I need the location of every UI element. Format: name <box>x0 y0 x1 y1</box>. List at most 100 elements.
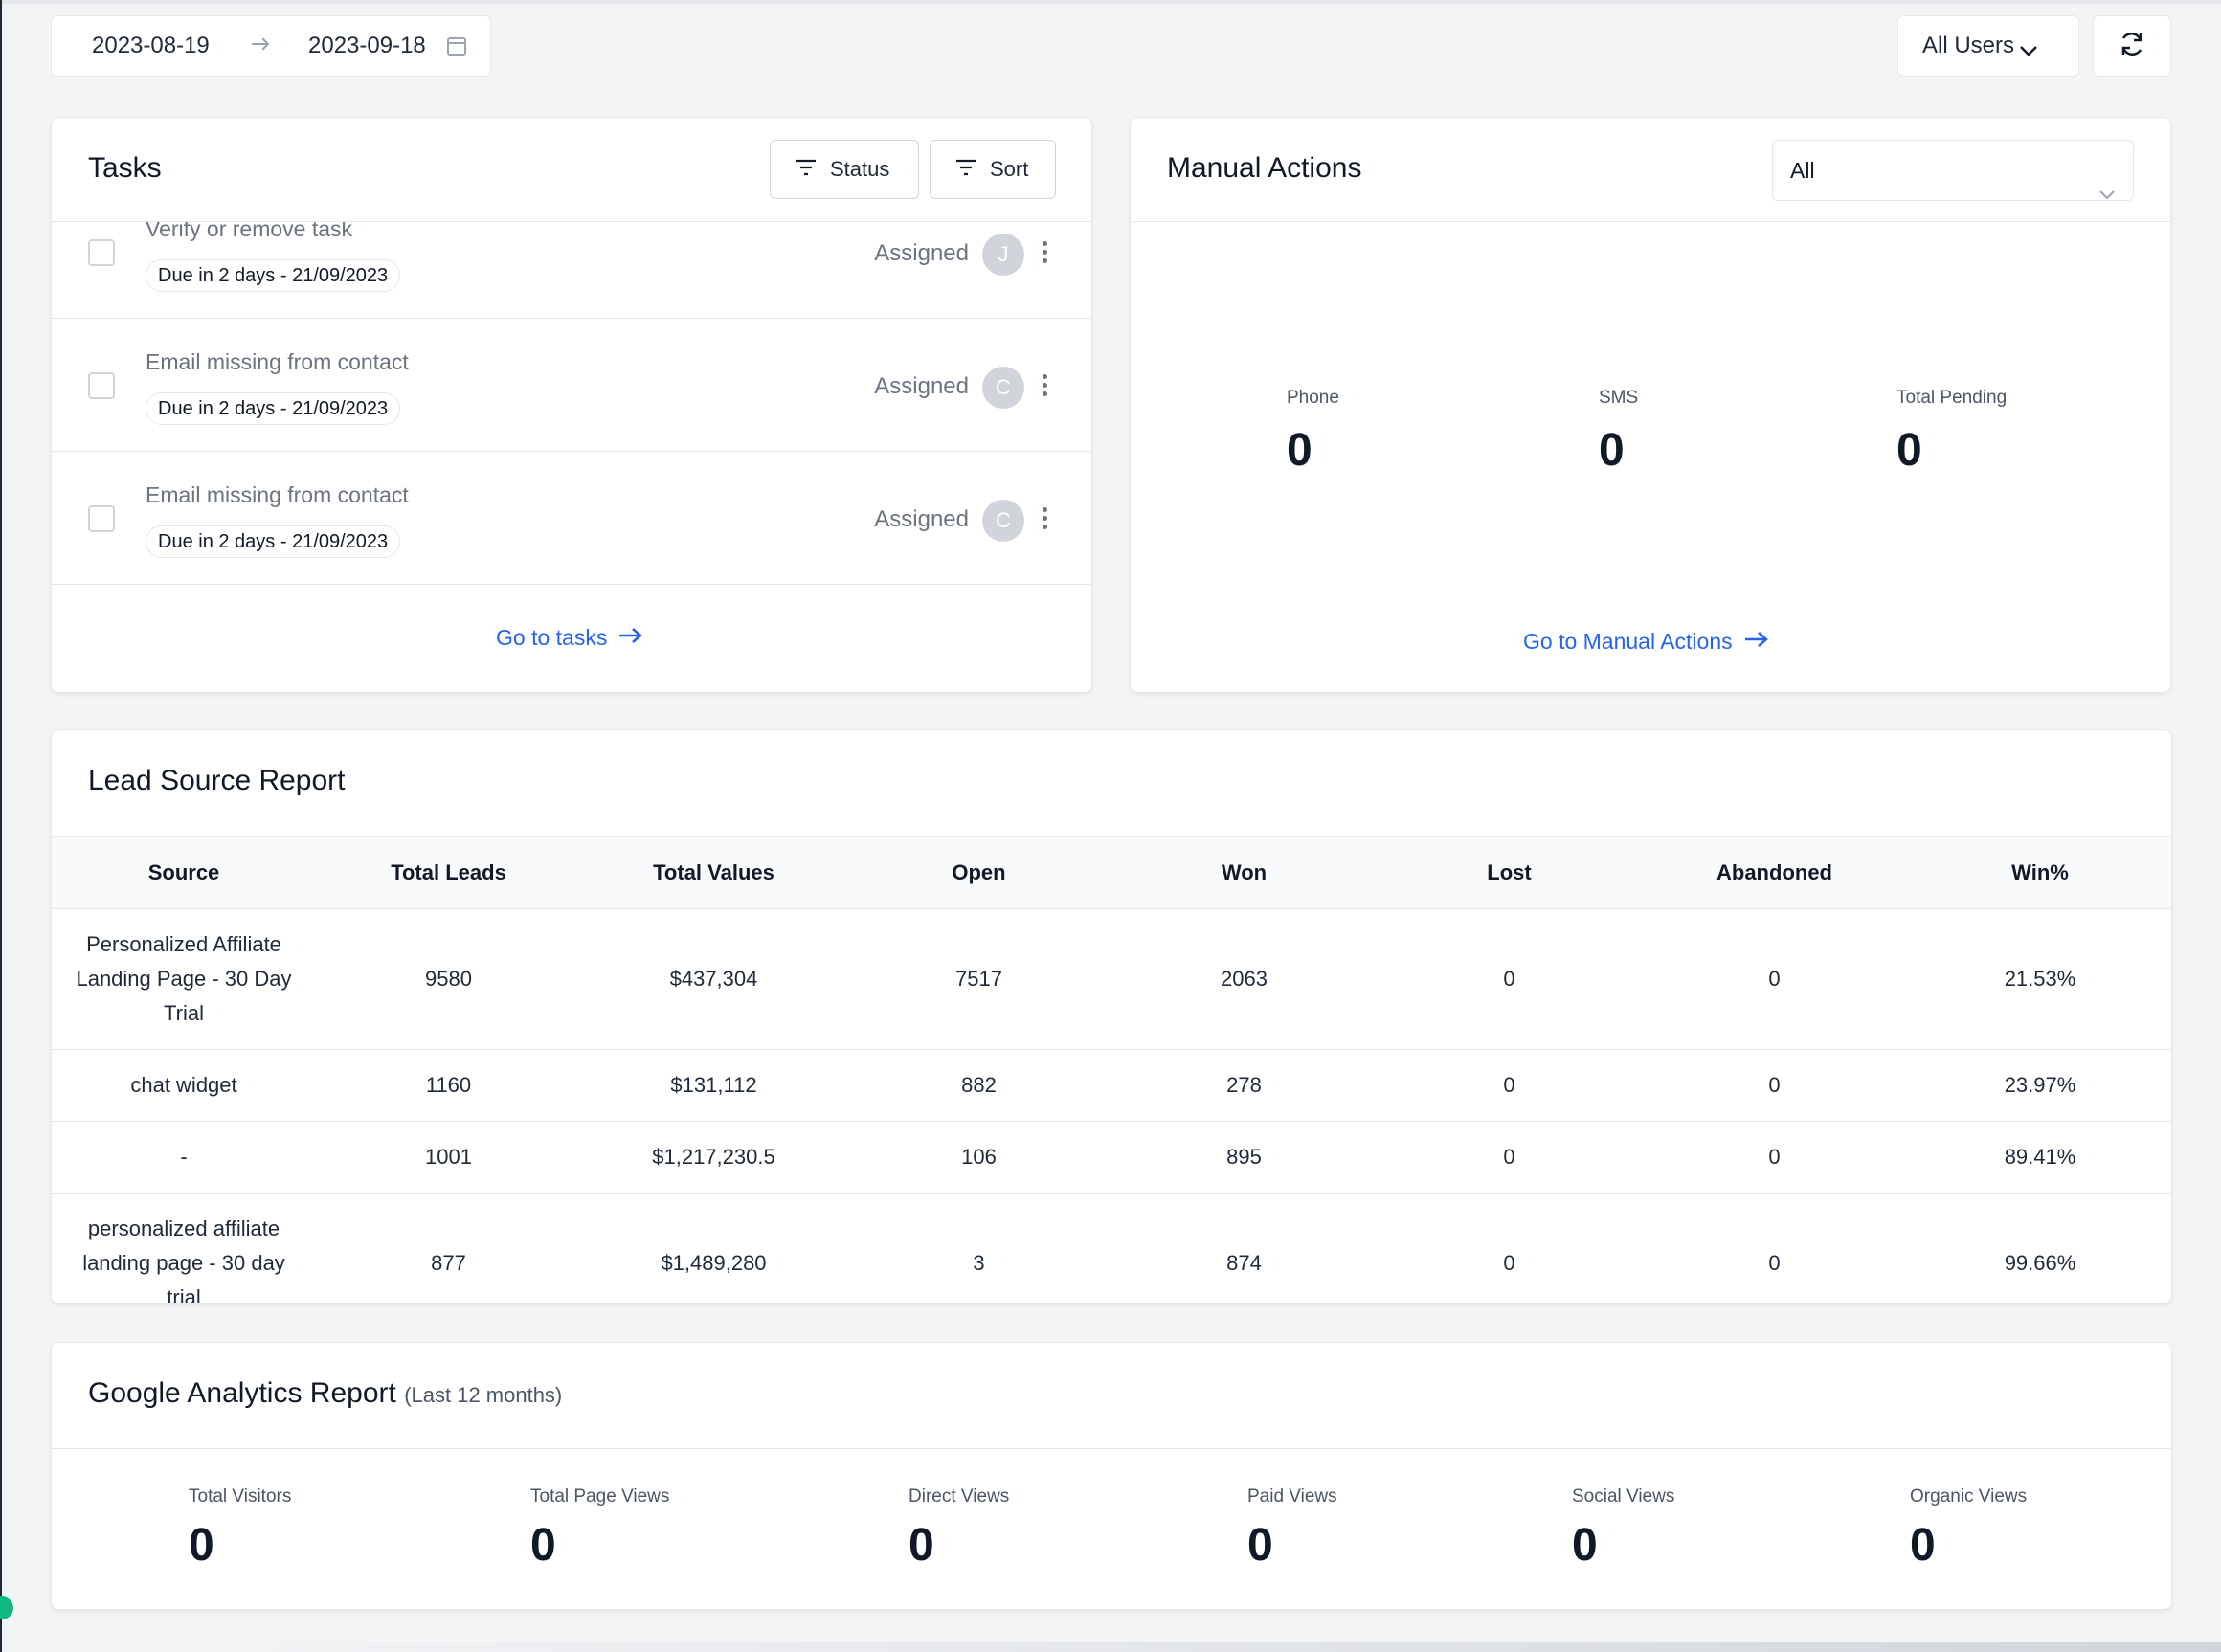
organic-views-label: Organic Views <box>1910 1486 2028 1507</box>
column-header[interactable]: Lost <box>1377 836 1642 909</box>
phone-stat-label: Phone <box>1287 388 1339 408</box>
table-cell: 7517 <box>846 908 1111 1050</box>
table-cell: $1,489,280 <box>581 1193 846 1303</box>
google-analytics-subtitle: (Last 12 months) <box>404 1383 563 1407</box>
manual-actions-title: Manual Actions <box>1167 152 1362 184</box>
avatar: J <box>982 234 1024 276</box>
table-cell: 21.53% <box>1907 908 2171 1050</box>
phone-stat-value: 0 <box>1287 425 1312 476</box>
table-cell: 1160 <box>316 1049 581 1122</box>
window-left-edge <box>0 0 2 1652</box>
table-cell: 874 <box>1111 1193 1377 1303</box>
refresh-button[interactable] <box>2093 15 2171 77</box>
table-cell: 9580 <box>316 908 581 1050</box>
total-visitors-value: 0 <box>189 1520 214 1571</box>
filter-icon <box>796 157 830 182</box>
task-due-badge: Due in 2 days - 21/09/2023 <box>146 392 401 425</box>
calendar-icon <box>446 35 467 63</box>
column-header[interactable]: Open <box>846 836 1111 909</box>
table-cell: 0 <box>1377 908 1642 1050</box>
task-title[interactable]: Email missing from contact <box>146 349 409 375</box>
column-header[interactable]: Won <box>1111 836 1377 909</box>
go-to-manual-actions-link[interactable]: Go to Manual Actions <box>1523 629 1769 655</box>
avatar: C <box>982 367 1024 409</box>
task-row[interactable]: Email missing from contact Due in 2 days… <box>52 319 1091 452</box>
chevron-down-icon <box>2019 37 2038 64</box>
total-page-views-label: Total Page Views <box>530 1486 670 1507</box>
lead-source-report-title: Lead Source Report <box>88 765 346 796</box>
status-filter-button[interactable]: Status <box>770 140 919 199</box>
task-title[interactable]: Verify or remove task <box>146 222 352 242</box>
column-header[interactable]: Abandoned <box>1642 836 1907 909</box>
sort-button[interactable]: Sort <box>930 140 1056 199</box>
table-cell: personalized affiliate landing page - 30… <box>52 1193 316 1303</box>
table-cell: chat widget <box>52 1049 316 1122</box>
table-cell: 89.41% <box>1907 1121 2171 1194</box>
task-row[interactable]: Email missing from contact Due in 2 days… <box>52 452 1091 585</box>
direct-views-value: 0 <box>909 1520 934 1571</box>
direct-views-label: Direct Views <box>909 1486 1010 1507</box>
date-end[interactable]: 2023-09-18 <box>308 33 426 59</box>
task-checkbox[interactable] <box>88 372 115 399</box>
date-start[interactable]: 2023-08-19 <box>92 33 210 59</box>
more-options-icon[interactable] <box>1043 507 1048 533</box>
total-pending-stat-value: 0 <box>1896 425 1922 476</box>
manual-actions-filter-select[interactable]: All <box>1772 140 2134 201</box>
go-to-tasks-link[interactable]: Go to tasks <box>496 625 643 651</box>
task-checkbox[interactable] <box>88 239 115 266</box>
chat-widget-icon[interactable] <box>0 1596 13 1619</box>
table-row: Personalized Affiliate Landing Page - 30… <box>52 908 2171 1050</box>
users-filter-label: All Users <box>1922 33 2015 58</box>
more-options-icon[interactable] <box>1043 241 1048 267</box>
paid-views-value: 0 <box>1247 1520 1273 1571</box>
table-cell: 0 <box>1642 1193 1907 1303</box>
google-analytics-header-divider <box>52 1448 2171 1449</box>
arrow-right-icon <box>607 625 643 651</box>
paid-views-label: Paid Views <box>1247 1486 1337 1507</box>
table-row: chat widget 1160 $131,112 882 278 0 0 23… <box>52 1049 2171 1122</box>
status-filter-label: Status <box>830 157 890 181</box>
total-pending-stat-label: Total Pending <box>1896 388 2008 408</box>
table-cell: 0 <box>1377 1121 1642 1194</box>
social-views-value: 0 <box>1572 1520 1598 1571</box>
table-cell: 278 <box>1111 1049 1377 1122</box>
table-cell: 882 <box>846 1049 1111 1122</box>
lead-source-report-card: Lead Source Report Source Total Leads To… <box>51 729 2172 1304</box>
column-header[interactable]: Source <box>52 836 316 909</box>
date-range-picker[interactable]: 2023-08-19 2023-09-18 <box>51 15 491 77</box>
task-checkbox[interactable] <box>88 505 115 532</box>
task-row[interactable]: Verify or remove task Due in 2 days - 21… <box>52 222 1091 319</box>
google-analytics-title-row: Google Analytics Report (Last 12 months) <box>88 1377 562 1410</box>
table-cell: 99.66% <box>1907 1193 2171 1303</box>
sort-label: Sort <box>990 157 1029 181</box>
table-cell: 106 <box>846 1121 1111 1194</box>
table-cell: $1,217,230.5 <box>581 1121 846 1194</box>
go-to-manual-actions-label: Go to Manual Actions <box>1523 629 1733 654</box>
more-options-icon[interactable] <box>1043 374 1048 400</box>
manual-actions-header-divider <box>1131 221 2170 222</box>
go-to-tasks-label: Go to tasks <box>496 625 608 650</box>
table-cell: 877 <box>316 1193 581 1303</box>
task-title[interactable]: Email missing from contact <box>146 482 409 508</box>
task-status: Assigned <box>874 240 969 266</box>
arrow-right-icon <box>1733 629 1769 655</box>
table-header-row: Source Total Leads Total Values Open Won… <box>52 836 2171 909</box>
top-divider <box>2 0 2221 4</box>
table-cell: 0 <box>1642 1049 1907 1122</box>
manual-actions-card: Manual Actions All Phone 0 SMS 0 Total P… <box>1130 117 2171 693</box>
task-due-badge: Due in 2 days - 21/09/2023 <box>146 259 401 292</box>
social-views-label: Social Views <box>1572 1486 1675 1507</box>
task-status: Assigned <box>874 506 969 532</box>
total-page-views-value: 0 <box>530 1520 556 1571</box>
table-row: personalized affiliate landing page - 30… <box>52 1193 2171 1303</box>
avatar: C <box>982 500 1024 542</box>
table-cell: 0 <box>1642 1121 1907 1194</box>
google-analytics-title: Google Analytics Report <box>88 1377 396 1409</box>
column-header[interactable]: Total Values <box>581 836 846 909</box>
column-header[interactable]: Total Leads <box>316 836 581 909</box>
table-cell: $131,112 <box>581 1049 846 1122</box>
column-header[interactable]: Win% <box>1907 836 2171 909</box>
table-cell: 0 <box>1377 1049 1642 1122</box>
next-card-edge <box>191 1642 2221 1652</box>
users-filter-dropdown[interactable]: All Users <box>1897 15 2079 77</box>
